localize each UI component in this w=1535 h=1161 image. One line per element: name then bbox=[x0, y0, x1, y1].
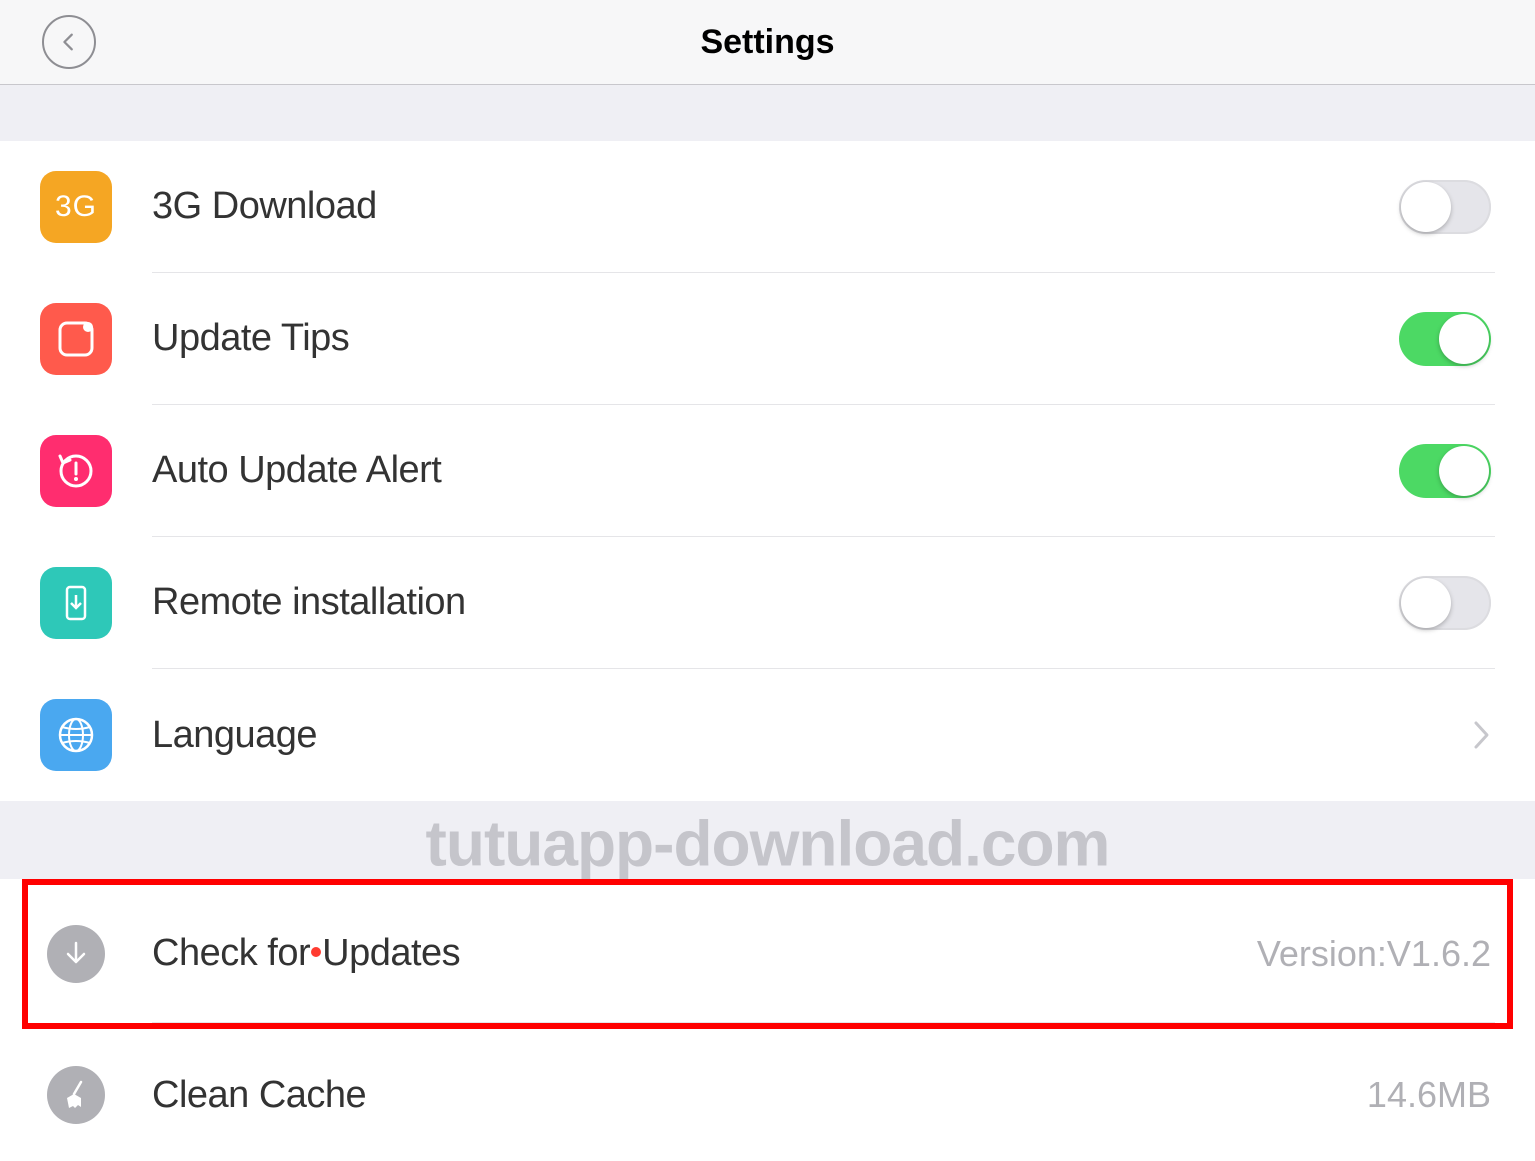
download-icon bbox=[47, 925, 105, 983]
toggle-auto-update-alert[interactable] bbox=[1399, 444, 1491, 498]
back-button[interactable] bbox=[42, 15, 96, 69]
row-label: Language bbox=[152, 714, 1473, 757]
row-remote-installation[interactable]: Remote installation bbox=[0, 537, 1535, 669]
row-label: Clean Cache bbox=[152, 1074, 1367, 1117]
row-language[interactable]: Language bbox=[0, 669, 1535, 801]
chevron-left-icon bbox=[58, 31, 80, 53]
remote-install-icon bbox=[40, 567, 112, 639]
section-gap bbox=[0, 85, 1535, 141]
settings-group-2: Check forUpdates Version:V1.6.2 Clean Ca… bbox=[0, 879, 1535, 1161]
toggle-remote-installation[interactable] bbox=[1399, 576, 1491, 630]
notification-dot-icon bbox=[311, 947, 321, 957]
section-gap: tutuapp-download.com bbox=[0, 801, 1535, 879]
auto-update-icon bbox=[40, 435, 112, 507]
row-label: Auto Update Alert bbox=[152, 449, 1399, 492]
header-bar: Settings bbox=[0, 0, 1535, 85]
row-clean-cache[interactable]: Clean Cache 14.6MB bbox=[0, 1029, 1535, 1161]
row-update-tips[interactable]: Update Tips bbox=[0, 273, 1535, 405]
version-text: Version:V1.6.2 bbox=[1257, 933, 1491, 975]
settings-group-1: 3G 3G Download Update Tips bbox=[0, 141, 1535, 801]
row-auto-update-alert[interactable]: Auto Update Alert bbox=[0, 405, 1535, 537]
row-label: Update Tips bbox=[152, 317, 1399, 360]
toggle-update-tips[interactable] bbox=[1399, 312, 1491, 366]
row-check-for-updates[interactable]: Check forUpdates Version:V1.6.2 bbox=[22, 879, 1513, 1029]
chevron-right-icon bbox=[1473, 720, 1491, 750]
toggle-3g-download[interactable] bbox=[1399, 180, 1491, 234]
cache-size-text: 14.6MB bbox=[1367, 1074, 1491, 1116]
row-label: 3G Download bbox=[152, 185, 1399, 228]
globe-icon bbox=[40, 699, 112, 771]
row-label: Remote installation bbox=[152, 581, 1399, 624]
3g-icon: 3G bbox=[40, 171, 112, 243]
broom-icon bbox=[47, 1066, 105, 1124]
update-tips-icon bbox=[40, 303, 112, 375]
page-title: Settings bbox=[700, 23, 834, 62]
row-label: Check forUpdates bbox=[152, 932, 1257, 975]
row-3g-download[interactable]: 3G 3G Download bbox=[0, 141, 1535, 273]
watermark-text: tutuapp-download.com bbox=[426, 807, 1110, 881]
